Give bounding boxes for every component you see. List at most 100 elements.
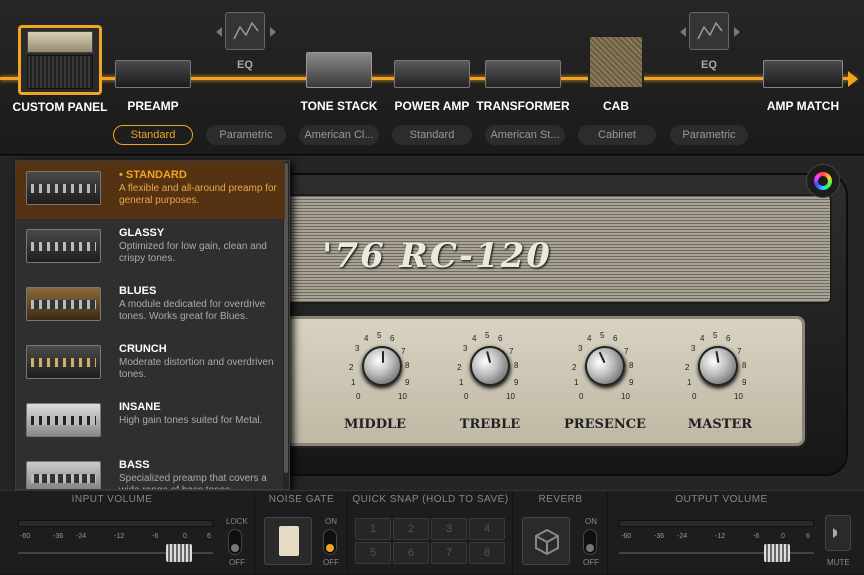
selector-eq[interactable]: Parametric: [670, 125, 748, 145]
eq-slot-2[interactable]: [689, 12, 729, 50]
scale-number: 7: [624, 347, 629, 356]
pedal-icon: [279, 526, 299, 556]
quick-snap-7[interactable]: 7: [431, 542, 467, 564]
scale-number: 5: [713, 331, 718, 340]
scale-number: 9: [742, 378, 747, 387]
off-label: OFF: [583, 558, 599, 567]
custom-panel-thumbnail-icon: [27, 31, 93, 53]
scale-number: 8: [405, 361, 410, 370]
preamp-glassy-thumbnail-icon: [26, 229, 101, 263]
preamp-blues-thumbnail-icon: [26, 287, 101, 321]
module-cab[interactable]: CAB: [588, 35, 644, 113]
scale-number: 0: [356, 392, 361, 401]
noise-gate-pedal-button[interactable]: [264, 517, 312, 565]
eq-slot-1[interactable]: [225, 12, 265, 50]
scale-number: 3: [578, 344, 583, 353]
reverb-cube-icon: [535, 528, 559, 556]
scale-number: 10: [506, 392, 515, 401]
preamp-option-bass[interactable]: BASS Specialized preamp that covers a wi…: [16, 451, 285, 489]
quick-snap-8[interactable]: 8: [469, 542, 505, 564]
scale-number: 9: [629, 378, 634, 387]
module-label: AMP MATCH: [766, 99, 840, 113]
eq-left-arrow-icon[interactable]: [216, 27, 222, 37]
middle-knob[interactable]: [362, 346, 402, 386]
mute-button[interactable]: [825, 515, 851, 551]
output-volume-fader[interactable]: [764, 544, 790, 562]
off-label: OFF: [323, 558, 339, 567]
module-preamp[interactable]: PREAMP: [115, 60, 191, 113]
knob-label: PRESENCE: [564, 417, 646, 432]
option-name: BLUES: [119, 285, 157, 297]
module-tone-stack[interactable]: TONE STACK: [301, 52, 377, 113]
scale-number: 2: [572, 363, 577, 372]
module-custom-panel[interactable]: CUSTOM PANEL: [13, 25, 107, 114]
output-meter: [619, 520, 814, 527]
preamp-option-crunch[interactable]: CRUNCH Moderate distortion and overdrive…: [16, 335, 285, 393]
selector-power-amp[interactable]: Standard: [392, 125, 472, 145]
input-volume-fader[interactable]: [166, 544, 192, 562]
signal-arrow-icon: [848, 71, 858, 87]
selector-tone-stack[interactable]: American Cl...: [299, 125, 379, 145]
meter-tick: -12: [114, 533, 125, 540]
eq-left-arrow-icon[interactable]: [680, 27, 686, 37]
quick-snap-2[interactable]: 2: [393, 518, 429, 540]
scale-number: 6: [613, 334, 618, 343]
noise-gate-toggle[interactable]: [323, 529, 337, 555]
scale-number: 8: [629, 361, 634, 370]
meter-tick: 0: [781, 533, 785, 540]
selector-cab[interactable]: Cabinet: [578, 125, 656, 145]
knob-label: MIDDLE: [343, 417, 407, 432]
off-label: OFF: [229, 558, 245, 567]
color-wheel-button[interactable]: [806, 164, 840, 198]
module-transformer[interactable]: TRANSFORMER: [476, 60, 570, 113]
eq-icon: [697, 21, 723, 40]
eq-right-arrow-icon[interactable]: [734, 27, 740, 37]
meter-tick: 6: [806, 533, 810, 540]
scale-number: 5: [377, 331, 382, 340]
option-name: INSANE: [119, 401, 161, 413]
meter-tick: -60: [621, 533, 632, 540]
reverb-toggle[interactable]: [583, 529, 597, 555]
output-volume-section: OUTPUT VOLUME -60 -36 -24 -12 -6 0 6 MUT…: [609, 491, 864, 575]
eq-right-arrow-icon[interactable]: [270, 27, 276, 37]
reverb-button[interactable]: [522, 517, 570, 565]
scale-number: 2: [457, 363, 462, 372]
quick-snap-5[interactable]: 5: [355, 542, 391, 564]
selector-transformer[interactable]: American St...: [485, 125, 565, 145]
scale-number: 6: [498, 334, 503, 343]
quick-snap-4[interactable]: 4: [469, 518, 505, 540]
meter-tick: -6: [152, 533, 159, 540]
on-label: ON: [325, 517, 337, 526]
section-title: INPUT VOLUME: [71, 494, 153, 505]
quick-snap-1[interactable]: 1: [355, 518, 391, 540]
meter-tick: -60: [20, 533, 31, 540]
meter-tick: -6: [753, 533, 760, 540]
module-amp-match[interactable]: AMP MATCH: [763, 60, 843, 113]
selector-preamp[interactable]: Parametric: [206, 125, 286, 145]
quick-snap-3[interactable]: 3: [431, 518, 467, 540]
section-title: REVERB: [538, 494, 583, 505]
scale-number: 1: [459, 378, 464, 387]
input-volume-section: INPUT VOLUME -60 -36 -24 -12 -6 0 6 LOCK…: [0, 491, 255, 575]
meter-tick: -36: [654, 533, 665, 540]
preamp-option-insane[interactable]: INSANE High gain tones suited for Metal.: [16, 393, 285, 451]
preamp-option-standard[interactable]: • STANDARD A flexible and all-around pre…: [16, 161, 285, 219]
scale-number: 4: [364, 334, 369, 343]
signal-chain: CUSTOM PANEL PREAMP EQ TONE STACK POWER …: [0, 0, 864, 155]
option-name: CRUNCH: [119, 343, 167, 355]
knob-label: MASTER: [687, 417, 753, 432]
scale-number: 3: [463, 344, 468, 353]
preamp-option-glassy[interactable]: GLASSY Optimized for low gain, clean and…: [16, 219, 285, 277]
scale-number: 3: [691, 344, 696, 353]
preamp-thumbnail-icon: [115, 60, 191, 88]
scale-number: 1: [351, 378, 356, 387]
quick-snap-6[interactable]: 6: [393, 542, 429, 564]
preamp-bass-thumbnail-icon: [26, 461, 101, 489]
lock-toggle[interactable]: [228, 529, 242, 555]
module-power-amp[interactable]: POWER AMP: [394, 60, 470, 113]
option-name: BASS: [119, 459, 150, 471]
option-description: Optimized for low gain, clean and crispy…: [119, 241, 267, 264]
scale-number: 10: [398, 392, 407, 401]
selector-custom-panel[interactable]: Standard: [113, 125, 193, 145]
preamp-option-blues[interactable]: BLUES A module dedicated for overdrive t…: [16, 277, 285, 335]
